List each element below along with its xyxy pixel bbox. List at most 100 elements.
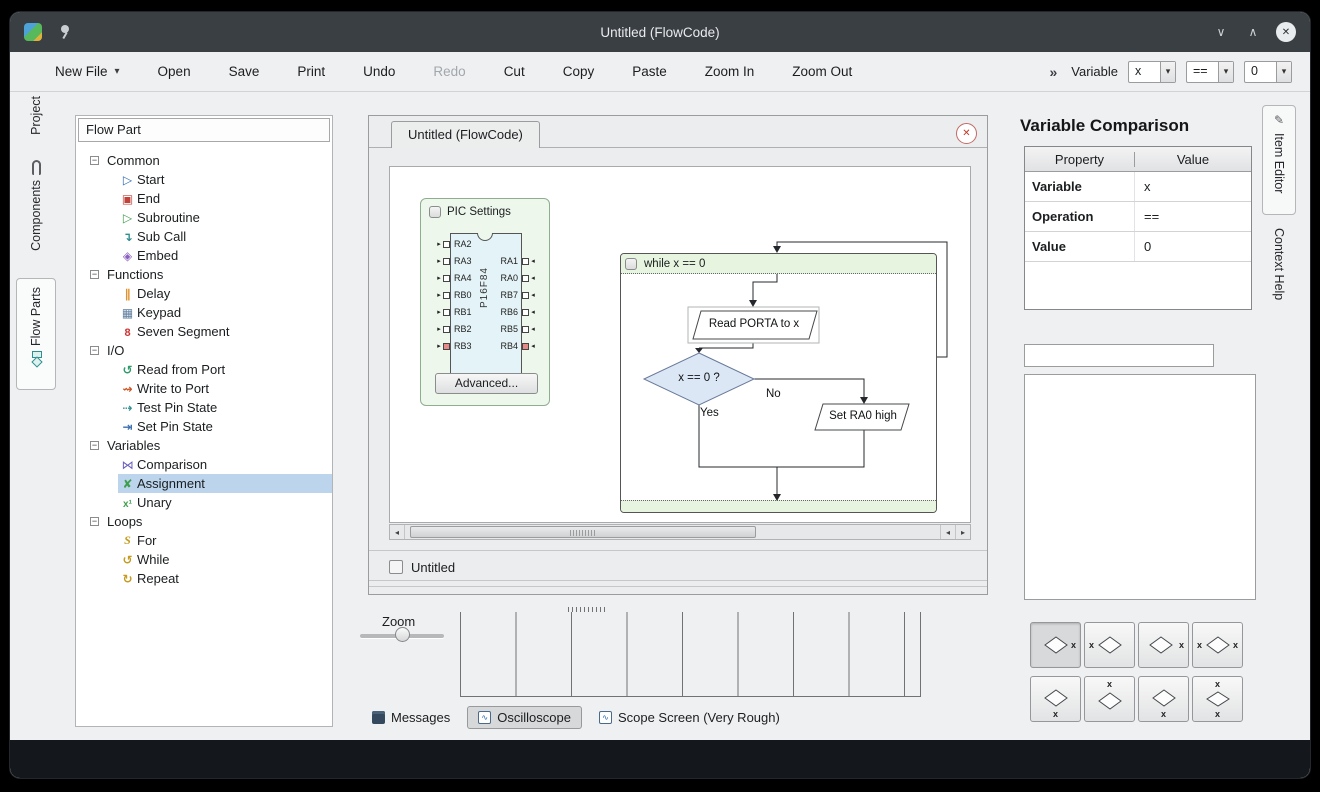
- tree-item-for[interactable]: For: [76, 531, 332, 550]
- item-editor-listbox[interactable]: [1024, 374, 1256, 600]
- print-button[interactable]: Print: [278, 64, 344, 79]
- zoom-slider-handle[interactable]: [395, 627, 410, 642]
- tree-item-assignment[interactable]: Assignment: [76, 474, 332, 493]
- grip-icon[interactable]: [429, 206, 441, 218]
- tree-item-delay[interactable]: Delay: [76, 284, 332, 303]
- tree-item-repeat[interactable]: Repeat: [76, 569, 332, 588]
- sidebar-tab-components[interactable]: Components: [16, 160, 56, 264]
- collapse-icon[interactable]: [90, 346, 99, 355]
- tree-group-io[interactable]: I/O: [76, 341, 332, 360]
- tree-item-end[interactable]: End: [76, 189, 332, 208]
- tab-scope-screen[interactable]: Scope Screen (Very Rough): [595, 707, 784, 728]
- zoom-in-button[interactable]: Zoom In: [686, 64, 774, 79]
- pin-square[interactable]: [522, 343, 529, 350]
- pin-square[interactable]: [443, 292, 450, 299]
- tree-item-subroutine[interactable]: Subroutine: [76, 208, 332, 227]
- value-combobox[interactable]: 0: [1244, 61, 1292, 83]
- sidebar-tab-flow-parts[interactable]: Flow Parts: [16, 278, 56, 390]
- dropdown-caret-icon[interactable]: [1218, 62, 1233, 82]
- tree-group-functions[interactable]: Functions: [76, 265, 332, 284]
- tree-item-unary[interactable]: Unary: [76, 493, 332, 512]
- tree-group-variables[interactable]: Variables: [76, 436, 332, 455]
- column-header-property[interactable]: Property: [1025, 152, 1135, 167]
- new-file-button[interactable]: New File: [36, 64, 139, 79]
- close-icon[interactable]: [1276, 22, 1296, 42]
- orientation-button-5[interactable]: [1030, 676, 1081, 722]
- shade-icon[interactable]: [1212, 23, 1230, 41]
- tree-item-keypad[interactable]: Keypad: [76, 303, 332, 322]
- tree-item-embed[interactable]: Embed: [76, 246, 332, 265]
- tree-item-set-pin-state[interactable]: Set Pin State: [76, 417, 332, 436]
- collapse-icon[interactable]: [90, 517, 99, 526]
- orientation-button-6[interactable]: [1084, 676, 1135, 722]
- orientation-button-4[interactable]: [1192, 622, 1243, 668]
- dropdown-caret-icon[interactable]: [1276, 62, 1291, 82]
- sidebar-tab-project[interactable]: Project: [16, 96, 56, 154]
- paste-button[interactable]: Paste: [613, 64, 686, 79]
- flowchart-canvas[interactable]: PIC Settings P16F84 RA2 RA3 RA4 RB0 RB1 …: [389, 166, 971, 523]
- pin-square[interactable]: [522, 275, 529, 282]
- scrollbar-track[interactable]: [405, 525, 940, 539]
- tree-group-common[interactable]: Common: [76, 151, 332, 170]
- rollup-icon[interactable]: [1244, 23, 1262, 41]
- tab-messages[interactable]: Messages: [368, 707, 454, 728]
- pin-square[interactable]: [522, 326, 529, 333]
- macro-tab-icon[interactable]: [389, 560, 403, 574]
- pin-square[interactable]: [443, 241, 450, 248]
- tree-item-read-from-port[interactable]: Read from Port: [76, 360, 332, 379]
- tree-item-test-pin-state[interactable]: Test Pin State: [76, 398, 332, 417]
- pin-square[interactable]: [443, 275, 450, 282]
- scroll-left-icon[interactable]: [390, 525, 405, 539]
- orientation-button-3[interactable]: [1138, 622, 1189, 668]
- collapse-icon[interactable]: [90, 156, 99, 165]
- orientation-button-8[interactable]: [1192, 676, 1243, 722]
- zoom-out-button[interactable]: Zoom Out: [773, 64, 871, 79]
- tree-item-seven-segment[interactable]: Seven Segment: [76, 322, 332, 341]
- overflow-icon[interactable]: [1049, 64, 1057, 80]
- document-close-icon[interactable]: [956, 123, 977, 144]
- advanced-button[interactable]: Advanced...: [435, 373, 538, 394]
- tab-oscilloscope[interactable]: Oscilloscope: [467, 706, 582, 729]
- pin-square[interactable]: [443, 309, 450, 316]
- collapse-icon[interactable]: [90, 270, 99, 279]
- document-tab[interactable]: Untitled (FlowCode): [391, 121, 540, 148]
- sidebar-tab-item-editor[interactable]: Item Editor: [1262, 105, 1296, 215]
- value-cell[interactable]: x: [1135, 179, 1251, 194]
- scroll-right-icon[interactable]: [955, 525, 970, 539]
- tree-item-start[interactable]: Start: [76, 170, 332, 189]
- pin-square[interactable]: [443, 258, 450, 265]
- open-button[interactable]: Open: [139, 64, 210, 79]
- undo-button[interactable]: Undo: [344, 64, 414, 79]
- pin-square[interactable]: [522, 292, 529, 299]
- tree-item-write-to-port[interactable]: Write to Port: [76, 379, 332, 398]
- pin-square[interactable]: [522, 258, 529, 265]
- tree-item-while[interactable]: While: [76, 550, 332, 569]
- collapse-icon[interactable]: [90, 441, 99, 450]
- item-editor-input[interactable]: [1024, 344, 1214, 367]
- scroll-left-icon[interactable]: [940, 525, 955, 539]
- sidebar-tab-context-help[interactable]: Context Help: [1262, 228, 1296, 338]
- save-button[interactable]: Save: [210, 64, 279, 79]
- tree-item-sub-call[interactable]: Sub Call: [76, 227, 332, 246]
- orientation-button-1[interactable]: [1030, 622, 1081, 668]
- orientation-button-2[interactable]: [1084, 622, 1135, 668]
- macro-tab-label[interactable]: Untitled: [411, 560, 455, 575]
- cut-button[interactable]: Cut: [485, 64, 544, 79]
- pin-square[interactable]: [443, 326, 450, 333]
- operation-combobox[interactable]: ==: [1186, 61, 1234, 83]
- tree-item-comparison[interactable]: Comparison: [76, 455, 332, 474]
- dropdown-caret-icon[interactable]: [1160, 62, 1175, 82]
- variable-combobox[interactable]: x: [1128, 61, 1176, 83]
- grip-icon[interactable]: [625, 258, 637, 270]
- copy-button[interactable]: Copy: [544, 64, 614, 79]
- value-cell[interactable]: 0: [1135, 239, 1251, 254]
- orientation-button-7[interactable]: [1138, 676, 1189, 722]
- decision-block[interactable]: x == 0 ?: [646, 372, 752, 384]
- tree-group-loops[interactable]: Loops: [76, 512, 332, 531]
- pic-settings-panel[interactable]: PIC Settings P16F84 RA2 RA3 RA4 RB0 RB1 …: [420, 198, 550, 406]
- horizontal-scrollbar[interactable]: [389, 524, 971, 540]
- scrollbar-thumb[interactable]: [410, 526, 756, 538]
- redo-button[interactable]: Redo: [414, 64, 484, 79]
- pin-square[interactable]: [522, 309, 529, 316]
- column-header-value[interactable]: Value: [1135, 152, 1251, 167]
